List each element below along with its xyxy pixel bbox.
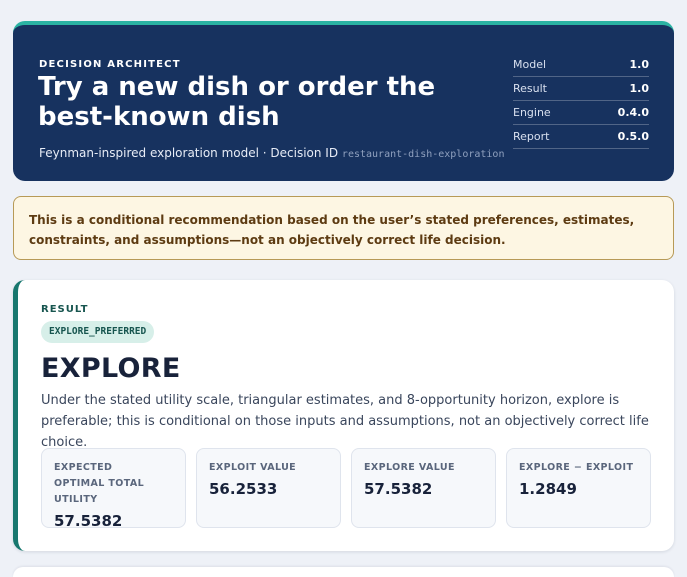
metric-label: EXPLOIT VALUE [209,462,297,473]
metric-explore-minus-exploit: EXPLORE − EXPLOIT 1.2849 [506,448,651,528]
decision-title: Try a new dish or order the best-known d… [38,72,436,132]
metric-value: 1.2849 [519,480,577,498]
version-key: Result [513,82,547,95]
conditional-notice: This is a conditional recommendation bas… [13,196,674,260]
metric-expected-utility: EXPECTED OPTIMAL TOTAL UTILITY 57.5382 [41,448,186,530]
result-explanation: Under the stated utility scale, triangul… [41,393,649,450]
decision-header: DECISION ARCHITECT Try a new dish or ord… [13,21,674,181]
subtitle-text: Feynman-inspired exploration model · Dec… [39,146,339,160]
version-row-engine: Engine 0.4.0 [513,101,649,125]
version-row-model: Model 1.0 [513,53,649,77]
metric-value: 57.5382 [364,480,433,498]
metric-label: EXPLORE VALUE [364,462,455,473]
decision-id: restaurant-dish-exploration [341,149,505,160]
metric-label: EXPECTED OPTIMAL TOTAL UTILITY [54,462,145,505]
result-label: RESULT [41,304,89,315]
decision-subtitle: Feynman-inspired exploration model · Dec… [39,146,504,160]
metric-label: EXPLORE − EXPLOIT [519,462,634,473]
version-row-result: Result 1.0 [513,77,649,101]
version-key: Engine [513,106,551,119]
version-key: Report [513,130,550,143]
app-eyebrow: DECISION ARCHITECT [39,59,181,70]
metric-explore-value: EXPLORE VALUE 57.5382 [351,448,496,528]
version-row-report: Report 0.5.0 [513,125,649,149]
next-card-edge [13,567,674,577]
status-badge: EXPLORE_PREFERRED [41,321,155,343]
metric-value: 56.2533 [209,480,278,498]
result-card: RESULT EXPLORE_PREFERRED EXPLORE Under t… [13,280,674,551]
version-value: 0.5.0 [617,130,649,143]
version-value: 1.0 [629,58,650,71]
decision-outcome: EXPLORE [41,353,181,384]
version-value: 0.4.0 [617,106,649,119]
version-value: 1.0 [629,82,650,95]
version-table: Model 1.0 Result 1.0 Engine 0.4.0 Report… [513,53,649,149]
metric-value: 57.5382 [54,512,123,530]
version-key: Model [513,58,547,71]
metric-exploit-value: EXPLOIT VALUE 56.2533 [196,448,341,528]
